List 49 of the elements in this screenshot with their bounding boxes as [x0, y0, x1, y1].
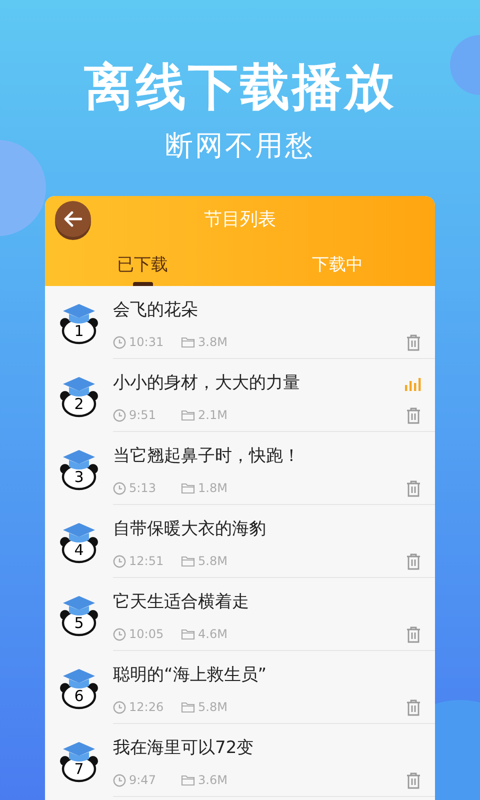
item-title[interactable]: 聪明的“海上救生员”	[113, 663, 267, 689]
trash-icon[interactable]	[406, 698, 421, 716]
duration-text: 5:13	[129, 480, 157, 497]
item-title[interactable]: 小小的身材，大大的力量	[113, 371, 300, 397]
trash-icon[interactable]	[406, 406, 421, 424]
duration-text: 12:51	[129, 553, 165, 570]
item-title[interactable]: 自带保暖大衣的海豹	[113, 517, 266, 543]
folder-icon	[181, 336, 195, 348]
clock-icon	[113, 700, 126, 714]
item-title[interactable]: 我在海里可以72变	[113, 736, 254, 762]
duration-text: 9:51	[129, 407, 157, 424]
size-text: 5.8M	[198, 699, 228, 716]
header-title: 节目列表	[204, 208, 276, 232]
folder-icon	[181, 774, 195, 786]
clock-icon	[113, 336, 126, 348]
clock-icon	[113, 554, 126, 568]
tab[interactable]: 已下载	[115, 248, 170, 282]
folder-icon	[181, 482, 195, 494]
headline: 离线下载播放	[84, 57, 396, 118]
clock-icon	[113, 482, 126, 494]
item-title[interactable]: 当它翘起鼻子时，快跑！	[113, 444, 300, 470]
size-text: 5.8M	[198, 553, 228, 570]
clock-icon	[113, 408, 126, 422]
size-text: 3.6M	[198, 772, 228, 789]
duration-text: 9:47	[129, 772, 157, 789]
clock-icon	[113, 628, 126, 640]
folder-icon	[181, 555, 195, 567]
trash-icon[interactable]	[406, 552, 421, 570]
back-arrow-icon	[64, 211, 82, 227]
folder-icon	[181, 701, 195, 713]
size-text: 1.8M	[198, 480, 228, 497]
size-text: 4.6M	[198, 626, 228, 643]
duration-text: 12:26	[129, 699, 165, 716]
clock-icon	[113, 774, 126, 786]
size-text: 3.8M	[198, 334, 228, 351]
subheadline: 断网不用愁	[165, 128, 315, 164]
back-button[interactable]	[55, 201, 91, 237]
trash-icon[interactable]	[406, 334, 421, 350]
folder-icon	[181, 409, 195, 421]
item-title[interactable]: 会飞的花朵	[113, 298, 198, 324]
folder-icon	[181, 628, 195, 640]
trash-icon[interactable]	[406, 480, 421, 496]
size-text: 2.1M	[198, 407, 228, 424]
tab-indicator	[132, 282, 152, 286]
item-title[interactable]: 它天生适合横着走	[113, 590, 249, 616]
duration-text: 10:31	[129, 334, 165, 351]
duration-text: 10:05	[129, 626, 165, 643]
trash-icon[interactable]	[406, 626, 421, 642]
trash-icon[interactable]	[406, 772, 421, 788]
